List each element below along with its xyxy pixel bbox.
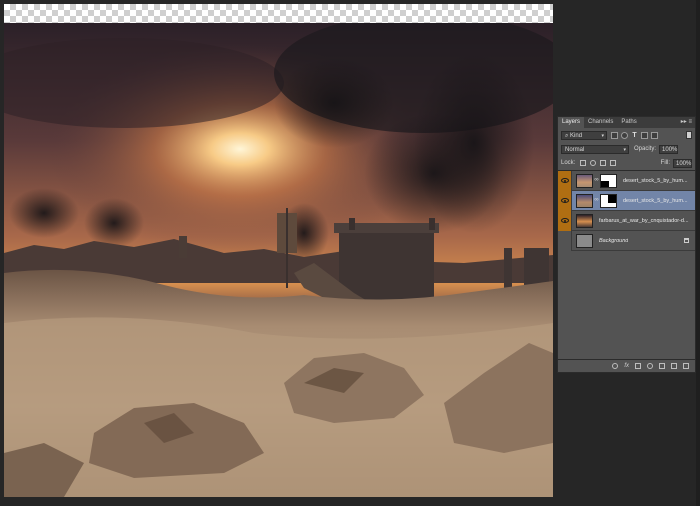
tab-paths[interactable]: Paths (617, 117, 640, 128)
link-icon[interactable]: ∞ (594, 176, 599, 185)
add-mask-icon[interactable] (635, 363, 641, 369)
chevron-down-icon: ▾ (601, 132, 604, 139)
layer-thumbnail (576, 213, 593, 228)
layer-row[interactable]: farbarus_at_war_by_cnquistador-d... (558, 210, 695, 231)
eye-icon (560, 198, 569, 203)
shape-filter-icon[interactable] (641, 131, 648, 139)
filter-kind-select[interactable]: ⌕ Kind ▾ (561, 130, 607, 140)
chevron-down-icon: ▾ (623, 146, 626, 153)
eye-icon (560, 178, 569, 183)
lock-pixels-icon[interactable] (590, 160, 597, 166)
panel-footer: fx (558, 359, 695, 372)
adjustment-filter-icon[interactable] (621, 131, 628, 139)
layers-list: ∞ desert_stock_5_by_hum... ∞ desert_stoc… (558, 170, 695, 251)
layer-mask-thumbnail[interactable] (600, 173, 617, 188)
layer-name: farbarus_at_war_by_cnquistador-d... (599, 217, 689, 224)
layer-thumbnail (576, 193, 593, 208)
visibility-toggle[interactable] (558, 230, 572, 251)
opacity-label: Opacity: (634, 146, 657, 152)
trash-icon[interactable] (683, 363, 689, 369)
image-canvas[interactable] (4, 23, 553, 497)
tab-channels[interactable]: Channels (584, 117, 617, 128)
desert-war-scene (4, 23, 553, 497)
layer-name: Background (599, 237, 629, 244)
layer-mask-thumbnail[interactable] (600, 193, 617, 208)
filter-row: ⌕ Kind ▾ T (558, 128, 695, 142)
document-workspace (0, 0, 556, 506)
fill-label: Fill: (660, 160, 670, 166)
blend-mode-label: Normal (565, 146, 585, 153)
link-layers-icon[interactable] (612, 363, 619, 369)
fill-field[interactable]: 100% (673, 158, 692, 168)
layer-row[interactable]: ∞ desert_stock_5_by_hum... (558, 170, 695, 191)
opacity-field[interactable]: 100% (659, 144, 679, 154)
layer-name: desert_stock_5_by_hum... (623, 197, 688, 204)
visibility-toggle[interactable] (558, 170, 572, 191)
blend-row: Normal ▾ Opacity: 100% (558, 142, 695, 156)
layers-panel: Layers Channels Paths ▸▸ ≡ ⌕ Kind ▾ T No… (557, 116, 696, 373)
lock-label: Lock: (561, 160, 576, 166)
layer-thumbnail (576, 173, 593, 188)
visibility-toggle[interactable] (558, 190, 572, 211)
lock-position-icon[interactable] (600, 160, 607, 166)
panel-edge (696, 0, 700, 506)
lock-icon (684, 238, 689, 243)
layer-row[interactable]: Background (558, 230, 695, 251)
adjustment-layer-icon[interactable] (647, 363, 653, 369)
layer-row[interactable]: ∞ desert_stock_5_by_hum... (558, 190, 695, 211)
filter-kind-label: Kind (570, 132, 583, 139)
tab-layers[interactable]: Layers (558, 117, 585, 128)
folder-icon[interactable] (659, 363, 665, 369)
lock-all-icon[interactable] (610, 160, 617, 166)
blend-mode-select[interactable]: Normal ▾ (561, 144, 629, 154)
fx-icon[interactable]: fx (624, 363, 629, 369)
layer-name: desert_stock_5_by_hum... (623, 177, 688, 184)
lock-transparent-icon[interactable] (580, 160, 587, 166)
lock-icons (580, 160, 617, 166)
filter-icons: T (611, 131, 658, 139)
eye-icon (560, 218, 569, 223)
filter-toggle[interactable] (686, 131, 692, 139)
lock-row: Lock: Fill: 100% (558, 156, 695, 170)
layer-thumbnail (576, 233, 593, 248)
new-layer-icon[interactable] (671, 363, 677, 369)
link-icon[interactable]: ∞ (594, 196, 599, 205)
smart-object-filter-icon[interactable] (651, 131, 658, 139)
panel-tabs: Layers Channels Paths ▸▸ ≡ (558, 117, 695, 128)
pixel-filter-icon[interactable] (611, 131, 618, 139)
panel-menu-icon[interactable]: ▸▸ ≡ (681, 118, 692, 127)
type-filter-icon[interactable]: T (631, 132, 638, 139)
visibility-toggle[interactable] (558, 210, 572, 231)
transparent-area (4, 4, 553, 23)
